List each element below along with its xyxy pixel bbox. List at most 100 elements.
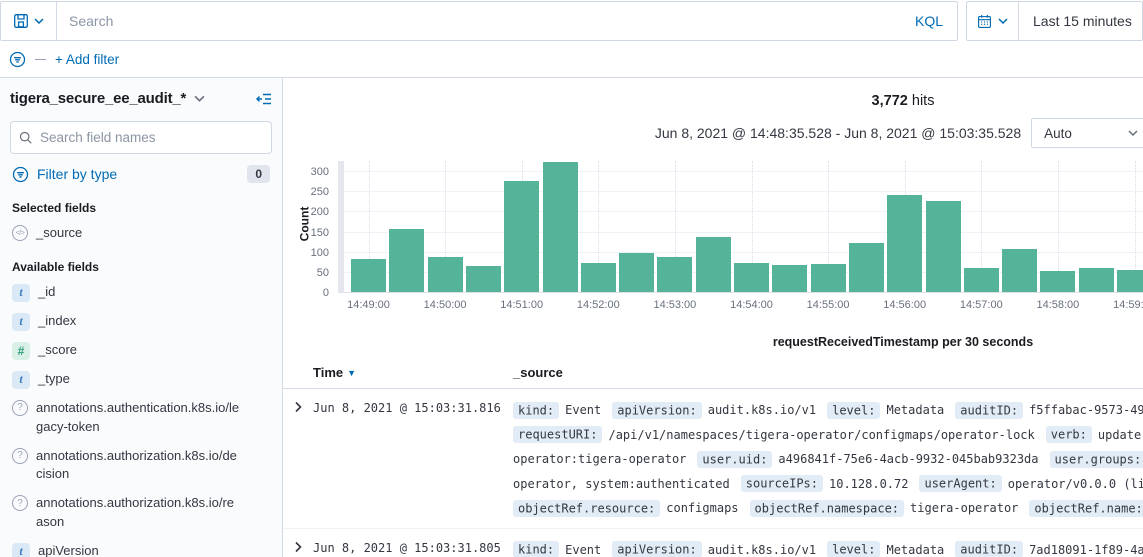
unknown-type-icon: ?: [12, 448, 28, 464]
histogram-bar-14:54:30[interactable]: [772, 265, 807, 293]
add-filter-button[interactable]: + Add filter: [55, 52, 119, 67]
histogram-bar-14:51:00[interactable]: [504, 181, 539, 293]
kql-button[interactable]: KQL: [901, 13, 957, 29]
y-tick-label: 200: [297, 206, 329, 218]
available-fields-list: t_idt_index#_scoret_type?annotations.aut…: [0, 278, 282, 557]
x-tick-label: 14:55:00: [798, 299, 858, 311]
table-header: Time▼ _source: [283, 362, 1143, 389]
field-key-badge: objectRef.resource:: [513, 500, 660, 517]
field-name: _source: [36, 224, 82, 243]
histogram-bar-14:51:30[interactable]: [543, 162, 578, 293]
field-name: annotations.authentication.k8s.io/legacy…: [36, 399, 241, 437]
histogram-bar-14:57:00[interactable]: [964, 268, 999, 293]
index-pattern-selector[interactable]: tigera_secure_ee_audit_*: [10, 90, 205, 107]
content: tigera_secure_ee_audit_*: [0, 78, 1143, 557]
field-value: audit.k8s.io/v1: [708, 403, 816, 417]
histogram-bar-14:54:00[interactable]: [734, 263, 769, 293]
field-key-badge: verb:: [1046, 426, 1092, 443]
saved-query-menu-button[interactable]: [1, 2, 57, 40]
chevron-down-icon: [194, 95, 205, 102]
histogram-bar-14:57:30[interactable]: [1002, 249, 1037, 293]
search-input[interactable]: [57, 13, 901, 29]
histogram-bar-14:55:00[interactable]: [811, 264, 846, 293]
histogram-bar-14:56:00[interactable]: [887, 195, 922, 293]
field-value: a496841f-75e6-4acb-9932-045bab9323da: [778, 452, 1038, 466]
histogram-bar-14:52:30[interactable]: [619, 253, 654, 293]
field-item-_score[interactable]: #_score: [0, 336, 282, 365]
field-value: f5ffabac-9573-4918-a: [1029, 403, 1143, 417]
histogram-plot-area[interactable]: [338, 161, 1143, 293]
field-key-badge: objectRef.namespace:: [750, 500, 905, 517]
text-type-icon: t: [12, 313, 30, 331]
field-item-_index[interactable]: t _index: [0, 307, 282, 336]
x-tick-label: 14:56:00: [875, 299, 935, 311]
chevron-down-icon: [34, 18, 44, 24]
field-item-annotations.authorization.k8s.io/decision[interactable]: ?annotations.authorization.k8s.io/decisi…: [0, 442, 282, 490]
histogram-bar-14:52:00[interactable]: [581, 263, 616, 293]
time-column-header[interactable]: Time▼: [313, 365, 513, 380]
field-value: Event: [565, 403, 601, 417]
field-item-_type[interactable]: t_type: [0, 365, 282, 394]
field-item-_id[interactable]: t_id: [0, 278, 282, 307]
gridline: [338, 191, 1143, 192]
chevron-down-icon: [998, 18, 1008, 24]
field-item-_source[interactable]: </> _source: [0, 219, 282, 248]
histogram-bar-14:58:30[interactable]: [1079, 268, 1114, 293]
field-key-badge: kind:: [513, 541, 559, 557]
hits-label: hits: [912, 93, 935, 109]
field-key-badge: apiVersion:: [612, 541, 701, 557]
field-value: Metadata: [886, 403, 944, 417]
chart-subheader: Jun 8, 2021 @ 14:48:35.528 - Jun 8, 2021…: [283, 118, 1143, 148]
field-item-apiVersion[interactable]: tapiVersion: [0, 537, 282, 557]
filter-list-icon[interactable]: [9, 51, 26, 68]
histogram-bar-14:49:00[interactable]: [351, 259, 386, 293]
expand-row-button[interactable]: [283, 538, 313, 557]
field-name: _id: [38, 283, 55, 302]
field-name: _index: [38, 312, 76, 331]
sort-descending-icon[interactable]: ▼: [347, 368, 356, 378]
expand-row-button[interactable]: [283, 398, 313, 521]
histogram-bar-14:53:00[interactable]: [657, 257, 692, 293]
filter-bar-divider: [35, 59, 46, 60]
field-item-annotations.authentication.k8s.io/legacy-token[interactable]: ?annotations.authentication.k8s.io/legac…: [0, 394, 282, 442]
x-tick-label: 14:59:00: [1105, 299, 1143, 311]
x-tick-label: 14:58:00: [1028, 299, 1088, 311]
histogram-bar-14:56:30[interactable]: [926, 201, 961, 293]
x-tick-label: 14:51:00: [492, 299, 552, 311]
table-row: Jun 8, 2021 @ 15:03:31.816kind:EventapiV…: [283, 389, 1143, 528]
histogram-bar-14:53:30[interactable]: [696, 237, 731, 293]
field-value: tigera-operator: [910, 501, 1018, 515]
filter-icon: [12, 166, 29, 183]
field-value: Metadata: [886, 543, 944, 557]
field-item-annotations.authorization.k8s.io/reason[interactable]: ? annotations.authorization.k8s.io/reason: [0, 489, 282, 537]
histogram-bar-14:50:00[interactable]: [428, 257, 463, 293]
collapse-sidebar-icon[interactable]: [256, 91, 272, 107]
date-quick-menu-button[interactable]: [967, 2, 1019, 40]
histogram-bar-14:49:30[interactable]: [389, 229, 424, 293]
source-column-header: _source: [513, 365, 1143, 380]
field-value: configmaps: [666, 501, 738, 515]
time-range-value[interactable]: Last 15 minutes: [1019, 13, 1132, 29]
field-name: annotations.authorization.k8s.io/reason: [36, 494, 241, 532]
field-value: 7ad18091-1f89-4a97-8: [1029, 543, 1143, 557]
histogram-bar-14:58:00[interactable]: [1040, 271, 1075, 293]
y-tick-label: 250: [297, 186, 329, 198]
field-search-input[interactable]: [40, 130, 263, 145]
field-key-badge: user.uid:: [697, 451, 772, 468]
row-source: kind:EventapiVersion:audit.k8s.io/v1leve…: [513, 398, 1143, 521]
filter-bar: + Add filter: [0, 42, 1143, 78]
search-bar: KQL: [0, 1, 958, 41]
histogram-bar-14:55:30[interactable]: [849, 243, 884, 293]
field-name: _type: [38, 370, 70, 389]
calendar-icon: [977, 14, 992, 29]
interval-select[interactable]: Auto: [1031, 118, 1143, 148]
histogram-bar-14:59:00[interactable]: [1117, 270, 1143, 293]
field-key-badge: level:: [827, 402, 880, 419]
save-icon: [13, 13, 29, 29]
source-type-icon: </>: [12, 225, 28, 241]
selected-fields-heading: Selected fields: [0, 192, 282, 219]
field-key-badge: level:: [827, 541, 880, 557]
filter-by-type-button[interactable]: Filter by type 0: [0, 154, 282, 192]
unknown-type-icon: ?: [12, 495, 28, 511]
histogram-bar-14:50:30[interactable]: [466, 266, 501, 293]
